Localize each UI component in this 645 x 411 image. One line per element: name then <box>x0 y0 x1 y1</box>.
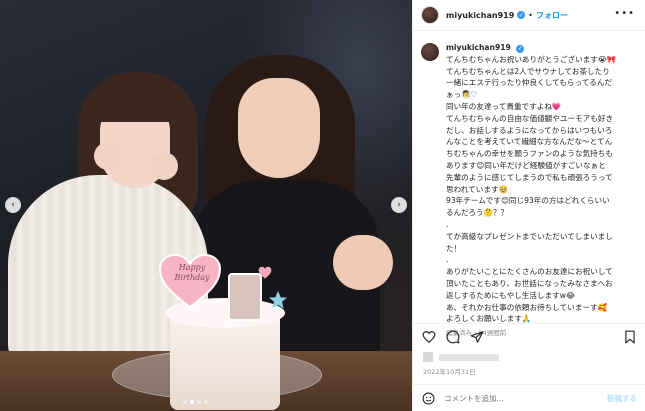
caption-line: ちむちゃんの幸せを願うファンのような気持ちも <box>446 149 613 159</box>
caption-line: あ、それかお仕事の依頼お待ちしていまーす🥰 <box>446 302 608 312</box>
caption-line: 同い年の友達って貴重ですよね💗 <box>446 101 562 111</box>
comment-input[interactable] <box>444 393 607 403</box>
header-username[interactable]: miyukichan919 <box>446 11 514 20</box>
caption-line: てんちむちゃんの自由な価値観やユーモアも好き <box>446 113 614 123</box>
caption-avatar[interactable] <box>421 43 439 61</box>
caption-line: 先輩のように感じてしまうので私も頑張ろうって <box>446 172 613 182</box>
carousel-dot <box>204 400 208 404</box>
caption-line: だし、お話しするようになってからはいつもいろ <box>446 125 613 135</box>
bookmark-icon[interactable] <box>623 330 637 344</box>
comment-bar: 投稿する <box>413 384 645 411</box>
avatar[interactable] <box>421 6 439 24</box>
caption-line: てんちむちゃんとは2人でサウナしてお茶したり <box>446 66 610 76</box>
action-bar <box>413 323 645 349</box>
caption-line: てんちむちゃんお祝いありがとうございます😭🎀 <box>446 54 617 64</box>
caption-line: ありがたいことにたくさんのお友達にお祝いして <box>446 267 613 277</box>
post-comment-button[interactable]: 投稿する <box>607 393 637 404</box>
chevron-left-icon: ‹ <box>11 200 15 210</box>
verified-badge-icon: ✓ <box>517 11 526 19</box>
post-side-panel: miyukichan919 ✓ • フォロー ••• miyukichan919… <box>412 0 645 411</box>
caption-line: 一緒にエステ行ったり仲良くしてもらってるんだ <box>446 78 613 88</box>
post-date: 2022年10月31日 <box>423 368 476 376</box>
chevron-right-icon: › <box>397 200 401 210</box>
caption-line: . <box>446 219 449 229</box>
more-options-icon[interactable]: ••• <box>614 8 635 19</box>
caption-line: 頂いたこともあり、お世話になったみなさまへお <box>446 278 613 288</box>
person-left-hand <box>94 142 122 170</box>
post-photo[interactable]: Happy Birthday ‹ › <box>0 0 412 411</box>
caption-line: た！ <box>446 243 462 253</box>
heart-topper-text: Happy Birthday <box>174 263 210 282</box>
carousel-indicator <box>183 400 208 404</box>
caption-lines: てんちむちゃんお祝いありがとうございます😭🎀 てんちむちゃんとは2人でサウナしてお… <box>446 54 636 325</box>
person-right-hand <box>333 235 393 290</box>
heart-pick-icon <box>258 266 272 279</box>
likes-row <box>423 352 499 362</box>
follow-button[interactable]: フォロー <box>536 10 568 21</box>
carousel-dot <box>190 400 194 404</box>
liker-avatar <box>423 352 433 362</box>
header-separator: • <box>528 10 533 20</box>
caption-line: . <box>446 255 449 265</box>
likes-text-blurred <box>439 353 499 361</box>
caption-area: miyukichan919 ✓ てんちむちゃんお祝いありがとうございます😭🎀 てん… <box>413 36 645 337</box>
carousel-dot <box>183 400 187 404</box>
caption-username[interactable]: miyukichan919 <box>446 43 511 52</box>
verified-badge-icon: ✓ <box>516 44 525 53</box>
carousel-dot <box>197 400 201 404</box>
caption-line: んなことを考えていて繊細な方なんだな〜とてん <box>446 137 613 147</box>
star-topper-icon <box>269 291 287 309</box>
emoji-icon[interactable] <box>422 392 435 405</box>
caption-line: あります😊同い年だけど経験値がすごいなぁと <box>446 160 606 170</box>
carousel-prev-button[interactable]: ‹ <box>5 197 21 213</box>
person-left-hand <box>150 152 178 180</box>
carousel-next-button[interactable]: › <box>391 197 407 213</box>
caption-line: 93年チームです😊同じ93年の方はどれくらいい <box>446 196 610 206</box>
person-right-face <box>238 78 320 178</box>
share-icon[interactable] <box>470 330 484 344</box>
caption-line: 返しするためにもやし生活しますw😂 <box>446 290 575 300</box>
caption-line: てか高級なプレゼントまでいただいてしまいまし <box>446 231 613 241</box>
heart-icon[interactable] <box>422 330 436 344</box>
caption-line: るんだろう🤔？？ <box>446 208 509 218</box>
caption-line: ぁっ🧖‍♀️♡ <box>446 90 478 100</box>
post-header: miyukichan919 ✓ • フォロー ••• <box>413 0 645 31</box>
caption-text: miyukichan919 ✓ てんちむちゃんお祝いありがとうございます😭🎀 てん… <box>446 42 636 340</box>
photo-cake-pick <box>228 273 262 321</box>
comment-icon[interactable] <box>446 330 460 344</box>
caption-line: 思われています🥹 <box>446 184 509 194</box>
person-left-bangs <box>96 88 176 122</box>
